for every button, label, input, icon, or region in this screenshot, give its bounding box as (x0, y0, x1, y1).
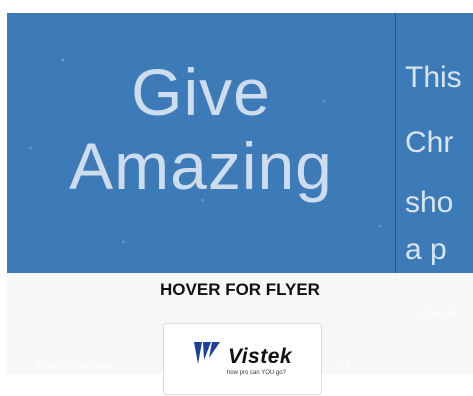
vistek-logo-wordmark: Vistek (228, 345, 293, 368)
right-text-line-1: This (405, 61, 462, 94)
promo-banner[interactable]: Give Amazing This Chr sho a p (7, 13, 473, 273)
headline-amazing: Amazing (69, 129, 333, 203)
right-text-line-4: a p (405, 233, 447, 266)
promo-card[interactable]: Give Amazing This Chr sho a p HOVER FOR … (7, 13, 473, 374)
faint-caption-left: Knock their soc (37, 360, 113, 372)
faint-caption-right: Save tir (420, 308, 458, 320)
vistek-mark-icon (194, 342, 220, 364)
right-text-line-2: Chr (405, 126, 454, 159)
hover-for-flyer-label: HOVER FOR FLYER (160, 280, 320, 299)
faint-caption-mid: tek (337, 360, 352, 372)
right-text-line-3: sho (405, 186, 454, 219)
banner-divider (395, 13, 396, 273)
vistek-logo-card[interactable]: Vistek how pro can YOU go? (163, 323, 322, 395)
vistek-logo-tagline: how pro can YOU go? (227, 370, 286, 376)
headline-give: Give (131, 55, 271, 129)
